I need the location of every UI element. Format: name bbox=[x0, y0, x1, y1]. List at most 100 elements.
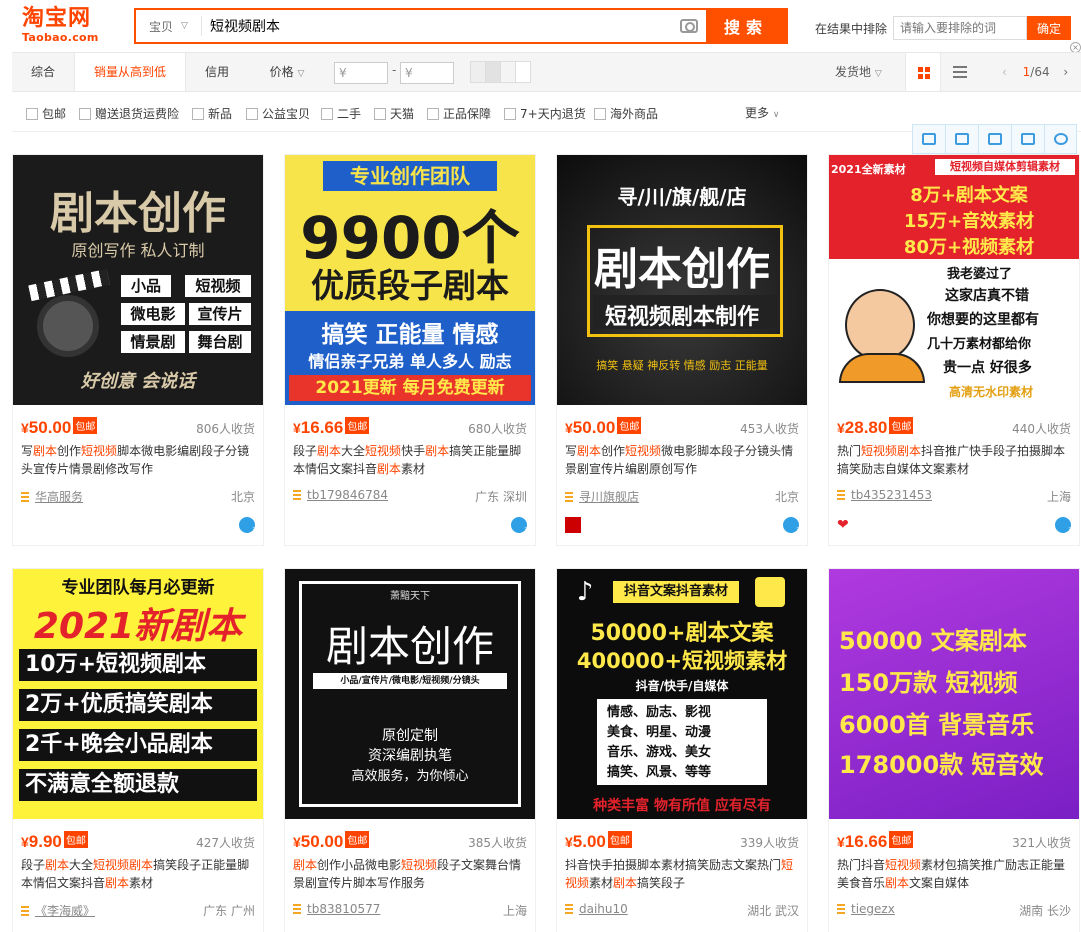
more-filters-button[interactable]: 更多 ∨ bbox=[745, 104, 779, 121]
taobao-logo[interactable]: 淘宝网 Taobao.com bbox=[22, 7, 112, 47]
wangwang-chat-icon[interactable] bbox=[783, 517, 800, 534]
picture-icon bbox=[1021, 133, 1035, 145]
settings-button[interactable] bbox=[1044, 124, 1077, 154]
location: 上海 bbox=[1046, 490, 1071, 504]
save-button[interactable] bbox=[945, 124, 978, 154]
poster-text: 你想要的这里都有 bbox=[927, 312, 1039, 328]
exclude-confirm-button[interactable]: 确定 bbox=[1027, 16, 1072, 40]
filter-7day-return[interactable]: 7+天内退货 bbox=[504, 105, 586, 122]
shop-link[interactable]: 《李海威》 bbox=[21, 902, 95, 919]
tab-credit[interactable]: 信用 bbox=[186, 53, 248, 91]
checkbox[interactable] bbox=[594, 107, 606, 120]
product-image[interactable]: 寻/川/旗/舰/店 剧本创作 短视频剧本制作 搞笑 悬疑 神反转 情感 励志 正… bbox=[557, 155, 807, 405]
picture-button[interactable] bbox=[1011, 124, 1044, 154]
product-image[interactable]: 剧本创作 原创写作 私人订制 小品 短视频 微电影 宣传片 情景剧 舞台剧 好创… bbox=[13, 155, 263, 405]
product-image[interactable]: 50000 文案剧本 150万款 短视频 6000首 背景音乐 178000款 … bbox=[829, 569, 1079, 819]
product-card[interactable]: 专业团队每月必更新 2021新剧本 10万+短视频剧本 2万+优质搞笑剧本 2千… bbox=[12, 568, 264, 932]
product-card[interactable]: 寻/川/旗/舰/店 剧本创作 短视频剧本制作 搞笑 悬疑 神反转 情感 励志 正… bbox=[556, 154, 808, 546]
shop-link[interactable]: tb179846784 bbox=[293, 488, 388, 502]
list-view-button[interactable] bbox=[953, 65, 967, 79]
filter-overseas[interactable]: 海外商品 bbox=[594, 105, 658, 122]
poster-text: 音乐、游戏、美女 bbox=[607, 745, 712, 760]
price-range-preset[interactable] bbox=[470, 61, 531, 83]
product-image[interactable]: 萧黯天下 剧本创作 小品/宣传片/微电影/短视频/分镜头 原创定制 资深编剧执笔… bbox=[285, 569, 535, 819]
tab-price-label: 价格 bbox=[269, 65, 294, 79]
poster-text: 8万+剧本文案 bbox=[910, 185, 1028, 206]
product-image[interactable]: ♪ 抖音文案抖音素材 50000+剧本文案 400000+短视频素材 抖音/快手… bbox=[557, 569, 807, 819]
shop-link[interactable]: tb435231453 bbox=[837, 488, 932, 502]
price-min-input[interactable]: ¥ bbox=[334, 62, 388, 84]
product-card[interactable]: 剧本创作 原创写作 私人订制 小品 短视频 微电影 宣传片 情景剧 舞台剧 好创… bbox=[12, 154, 264, 546]
ship-from-filter[interactable]: 发货地 ▽ bbox=[835, 53, 882, 91]
product-card[interactable]: ♪ 抖音文案抖音素材 50000+剧本文案 400000+短视频素材 抖音/快手… bbox=[556, 568, 808, 932]
product-card[interactable]: 50000 文案剧本 150万款 短视频 6000首 背景音乐 178000款 … bbox=[828, 568, 1080, 932]
product-card[interactable]: 萧黯天下 剧本创作 小品/宣传片/微电影/短视频/分镜头 原创定制 资深编剧执笔… bbox=[284, 568, 536, 932]
checkbox[interactable] bbox=[79, 107, 91, 120]
poster-text: 资深编剧执笔 bbox=[368, 748, 452, 764]
filter-tmall[interactable]: 天猫 bbox=[374, 105, 414, 122]
filter-free-shipping[interactable]: 包邮 bbox=[26, 105, 66, 122]
shop-name: 《李海威》 bbox=[35, 904, 96, 918]
product-title[interactable]: 段子剧本大全短视频剧本搞笑段子正能量脚本情侣文案抖音剧本素材 bbox=[21, 856, 257, 892]
filter-label: 二手 bbox=[337, 107, 362, 121]
product-title[interactable]: 抖音快手拍摄脚本素材搞笑励志文案热门短视频素材剧本搞笑段子 bbox=[565, 856, 801, 892]
filter-charity[interactable]: 公益宝贝 bbox=[246, 105, 310, 122]
tiktok-logo-icon: ♪ bbox=[576, 577, 594, 607]
product-image[interactable]: 2021全新素材 短视频自媒体剪辑素材 8万+剧本文案 15万+音效素材 80万… bbox=[829, 155, 1079, 405]
shop-icon bbox=[21, 491, 29, 502]
poster-text: 高清无水印素材 bbox=[949, 385, 1034, 399]
search-button[interactable]: 搜索 bbox=[706, 10, 786, 42]
poster-text: 种类丰富 物有所值 应有尽有 bbox=[593, 798, 771, 814]
checkbox[interactable] bbox=[504, 107, 516, 120]
product-image[interactable]: 专业创作团队 9900个 优质段子剧本 搞笑 正能量 情感 情侣亲子兄弟 单人多… bbox=[285, 155, 535, 405]
tab-sales-desc[interactable]: 销量从高到低 bbox=[74, 53, 186, 91]
shop-name: tb83810577 bbox=[307, 902, 381, 916]
filter-second-hand[interactable]: 二手 bbox=[321, 105, 361, 122]
product-title[interactable]: 热门抖音短视频素材包搞笑推广励志正能量美食音乐剧本文案自媒体 bbox=[837, 856, 1073, 892]
checkbox[interactable] bbox=[427, 107, 439, 120]
filter-return-insurance[interactable]: 赠送退货运费险 bbox=[79, 105, 179, 122]
filter-label: 正品保障 bbox=[443, 107, 492, 121]
tab-comprehensive[interactable]: 综合 bbox=[12, 53, 74, 91]
product-card[interactable]: 2021全新素材 短视频自媒体剪辑素材 8万+剧本文案 15万+音效素材 80万… bbox=[828, 154, 1080, 546]
copy-button[interactable] bbox=[978, 124, 1011, 154]
exclude-input[interactable] bbox=[893, 16, 1028, 40]
shop-link[interactable]: 寻川旗舰店 bbox=[565, 488, 639, 505]
price: ¥50.00 包邮 bbox=[565, 417, 642, 437]
product-title[interactable]: 热门短视频剧本抖音推广快手段子拍摄脚本搞笑励志自媒体文案素材 bbox=[837, 442, 1073, 478]
chevron-down-icon: ▽ bbox=[874, 69, 882, 79]
wangwang-chat-icon[interactable] bbox=[511, 517, 528, 534]
tab-price[interactable]: 价格 ▽ bbox=[258, 53, 316, 91]
checkbox[interactable] bbox=[374, 107, 386, 120]
shop-link[interactable]: 华高服务 bbox=[21, 488, 83, 505]
shop-link[interactable]: tiegezx bbox=[837, 902, 895, 916]
next-page-icon[interactable]: › bbox=[1063, 65, 1068, 79]
grid-view-button[interactable] bbox=[905, 53, 941, 91]
image-tool-button[interactable] bbox=[912, 124, 945, 154]
checkbox[interactable] bbox=[321, 107, 333, 120]
checkbox[interactable] bbox=[192, 107, 204, 120]
product-title[interactable]: 段子剧本大全短视频快手剧本搞笑正能量脚本情侣文案抖音剧本素材 bbox=[293, 442, 529, 478]
product-card[interactable]: 专业创作团队 9900个 优质段子剧本 搞笑 正能量 情感 情侣亲子兄弟 单人多… bbox=[284, 154, 536, 546]
image-search-button[interactable] bbox=[672, 10, 706, 42]
checkbox[interactable] bbox=[26, 107, 38, 120]
product-title[interactable]: 写剧本创作短视频微电影脚本段子分镜头情景剧宣传片编剧原创写作 bbox=[565, 442, 801, 478]
wangwang-chat-icon[interactable] bbox=[1055, 517, 1072, 534]
price-max-input[interactable]: ¥ bbox=[400, 62, 454, 84]
search-scope-select[interactable]: 宝贝 ▽ bbox=[136, 16, 202, 36]
price-value: 50.00 bbox=[572, 418, 616, 437]
shop-icon bbox=[837, 490, 845, 500]
wangwang-chat-icon[interactable] bbox=[239, 517, 256, 534]
poster-text: 80万+视频素材 bbox=[903, 237, 1035, 258]
product-image[interactable]: 专业团队每月必更新 2021新剧本 10万+短视频剧本 2万+优质搞笑剧本 2千… bbox=[13, 569, 263, 819]
shop-link[interactable]: tb83810577 bbox=[293, 902, 380, 916]
filter-authentic[interactable]: 正品保障 bbox=[427, 105, 491, 122]
shop-link[interactable]: daihu10 bbox=[565, 902, 628, 916]
location: 广东 广州 bbox=[203, 904, 255, 918]
prev-page-icon[interactable]: ‹ bbox=[1002, 65, 1007, 79]
product-title[interactable]: 剧本创作小品微电影短视频段子文案舞台情景剧宣传片脚本写作服务 bbox=[293, 856, 529, 892]
checkbox[interactable] bbox=[246, 107, 258, 120]
product-title[interactable]: 写剧本创作短视频脚本微电影编剧段子分镜头宣传片情景剧修改写作 bbox=[21, 442, 257, 478]
search-input[interactable] bbox=[202, 10, 672, 42]
filter-new[interactable]: 新品 bbox=[192, 105, 232, 122]
